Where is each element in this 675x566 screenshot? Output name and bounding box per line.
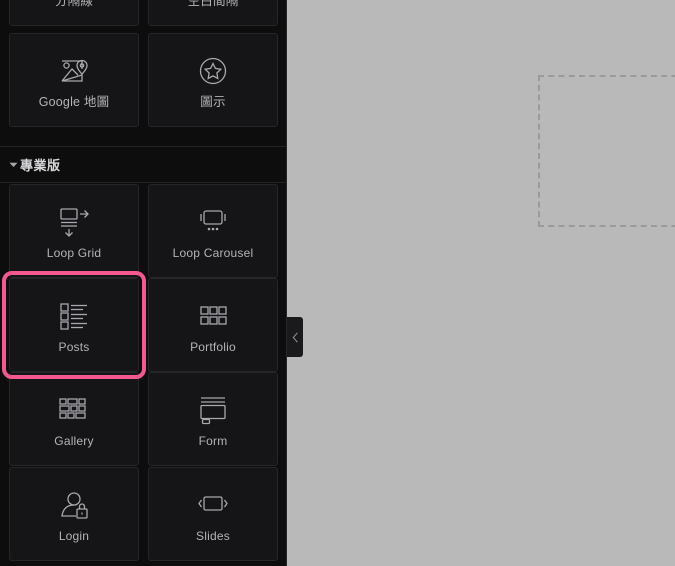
widget-label: Posts [58,340,90,354]
widget-row-basic-1: 分隔線 空白間隔 [0,0,287,26]
google-map-icon [56,50,92,92]
widget-label: Loop Carousel [172,246,254,260]
login-user-lock-icon [56,484,92,526]
star-circle-icon [196,50,230,92]
section-title: 專業版 [20,158,61,173]
loop-carousel-icon [193,201,233,243]
portfolio-grid-icon [195,295,231,337]
widget-card-login[interactable]: Login [9,467,139,561]
widget-card-posts[interactable]: Posts [2,271,146,379]
loop-grid-icon [54,201,94,243]
widget-label: Login [58,529,90,543]
widget-label: Loop Grid [46,246,102,260]
section-header-pro[interactable]: 專業版 [0,146,287,183]
widget-card-loop-grid[interactable]: Loop Grid [9,184,139,278]
widget-card-spacer[interactable]: 空白間隔 [148,0,278,26]
widget-label: 空白間隔 [187,0,239,8]
widget-card-icon[interactable]: 圖示 [148,33,278,127]
widget-card-google-map[interactable]: Google 地圖 [9,33,139,127]
editor-canvas[interactable] [287,0,675,566]
panel-collapse-handle[interactable] [287,317,303,357]
widget-label: Slides [196,529,230,543]
widget-row-basic-2: Google 地圖 圖示 [0,33,287,127]
widget-card-divider[interactable]: 分隔線 [9,0,139,26]
form-icon [194,389,232,431]
widget-panel: 分隔線 空白間隔 Google 地圖 圖示 專業版 Loop Grid Loop… [0,0,287,566]
panel-right-edge [286,0,287,566]
widget-label: Google 地圖 [38,95,110,109]
widget-label: Form [198,434,228,448]
caret-down-icon [6,160,20,169]
chevron-left-icon [292,331,299,343]
widget-row-pro-1: Loop Grid Loop Carousel [0,184,287,278]
widget-card-gallery[interactable]: Gallery [9,372,139,466]
posts-list-icon [56,295,92,337]
widget-row-pro-2: Posts Portfolio [0,271,287,379]
widget-card-form[interactable]: Form [148,372,278,466]
gallery-icon [55,389,93,431]
widget-row-pro-4: Login Slides [0,467,287,561]
widget-label: 分隔線 [54,0,94,8]
canvas-drop-zone[interactable] [538,75,675,227]
widget-card-portfolio[interactable]: Portfolio [148,278,278,372]
widget-card-loop-carousel[interactable]: Loop Carousel [148,184,278,278]
widget-card-slides[interactable]: Slides [148,467,278,561]
widget-label: Portfolio [190,340,236,354]
widget-label: Gallery [54,434,94,448]
widget-label: 圖示 [200,95,226,109]
widget-row-pro-3: Gallery Form [0,372,287,466]
slides-icon [193,484,233,526]
